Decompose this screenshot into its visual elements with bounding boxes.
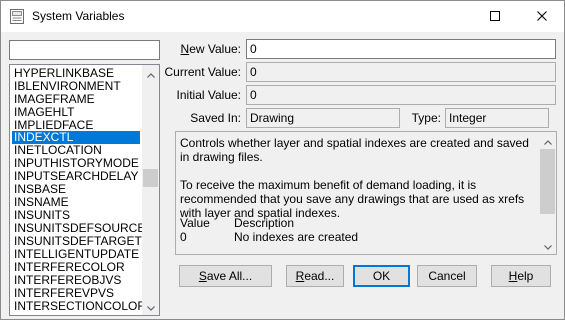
current-value-label: Current Value: (164, 65, 241, 79)
description-paragraph-2: To receive the maximum benefit of demand… (180, 178, 525, 220)
scroll-thumb[interactable] (143, 169, 158, 187)
scroll-up-button[interactable] (142, 65, 159, 82)
new-value-label-rest: ew Value: (189, 42, 241, 56)
window-title: System Variables (32, 9, 125, 23)
scroll-down-button[interactable] (539, 237, 556, 254)
cancel-label: Cancel (428, 269, 466, 283)
save-all-button[interactable]: Save All... (179, 265, 272, 287)
scroll-up-button[interactable] (539, 132, 556, 149)
scroll-up-icon (146, 67, 155, 81)
description-paragraph-1: Controls whether layer and spatial index… (180, 136, 529, 164)
type-field: Integer (445, 108, 549, 128)
cancel-button[interactable]: Cancel (417, 265, 477, 287)
help-label: elp (517, 269, 534, 283)
read-button[interactable]: Read... (286, 265, 344, 287)
new-value-input[interactable]: 0 (246, 39, 556, 59)
maximize-button[interactable] (472, 1, 517, 32)
description-row-desc: No indexes are created (234, 230, 359, 244)
help-button[interactable]: Help (491, 265, 551, 287)
description-scrollbar[interactable] (539, 132, 556, 254)
scroll-up-icon (543, 134, 552, 148)
current-value-field: 0 (246, 62, 556, 82)
save-all-accel: S (198, 269, 207, 283)
description-row-value: 0 (180, 230, 187, 244)
close-icon (536, 10, 547, 24)
scroll-down-button[interactable] (142, 298, 159, 315)
ok-button[interactable]: OK (353, 265, 410, 287)
new-value-label: New Value: (167, 42, 241, 56)
list-scrollbar[interactable] (142, 65, 159, 315)
initial-value-label: Initial Value: (176, 88, 241, 102)
scroll-down-icon (543, 239, 552, 253)
ok-label: OK (372, 269, 391, 283)
variable-filter-input[interactable] (9, 40, 160, 60)
list-item[interactable]: INTERSECTIONCOLOR (12, 300, 146, 313)
system-variables-dialog: System Variables HYPERLINKBASE IBLENVIRO… (0, 0, 565, 320)
app-icon (10, 9, 24, 24)
title-bar: System Variables (1, 1, 564, 32)
type-label: Type: (411, 111, 441, 125)
maximize-icon (489, 10, 500, 24)
save-all-label: ave All... (206, 269, 253, 283)
saved-in-label: Saved In: (190, 111, 241, 125)
saved-in-field: Drawing (246, 108, 400, 128)
initial-value-field: 0 (246, 85, 556, 105)
new-value-label-accel: N (180, 42, 190, 56)
scroll-thumb[interactable] (540, 149, 555, 214)
description-desc-header: Description (234, 216, 295, 230)
scroll-down-icon (146, 300, 155, 314)
description-value-header: Value (180, 216, 210, 230)
variables-list[interactable]: HYPERLINKBASE IBLENVIRONMENT IMAGEFRAME … (9, 64, 160, 316)
read-accel: R (295, 269, 305, 283)
read-label: ead... (304, 269, 335, 283)
description-panel[interactable]: Controls whether layer and spatial index… (175, 131, 557, 255)
close-button[interactable] (519, 1, 564, 32)
